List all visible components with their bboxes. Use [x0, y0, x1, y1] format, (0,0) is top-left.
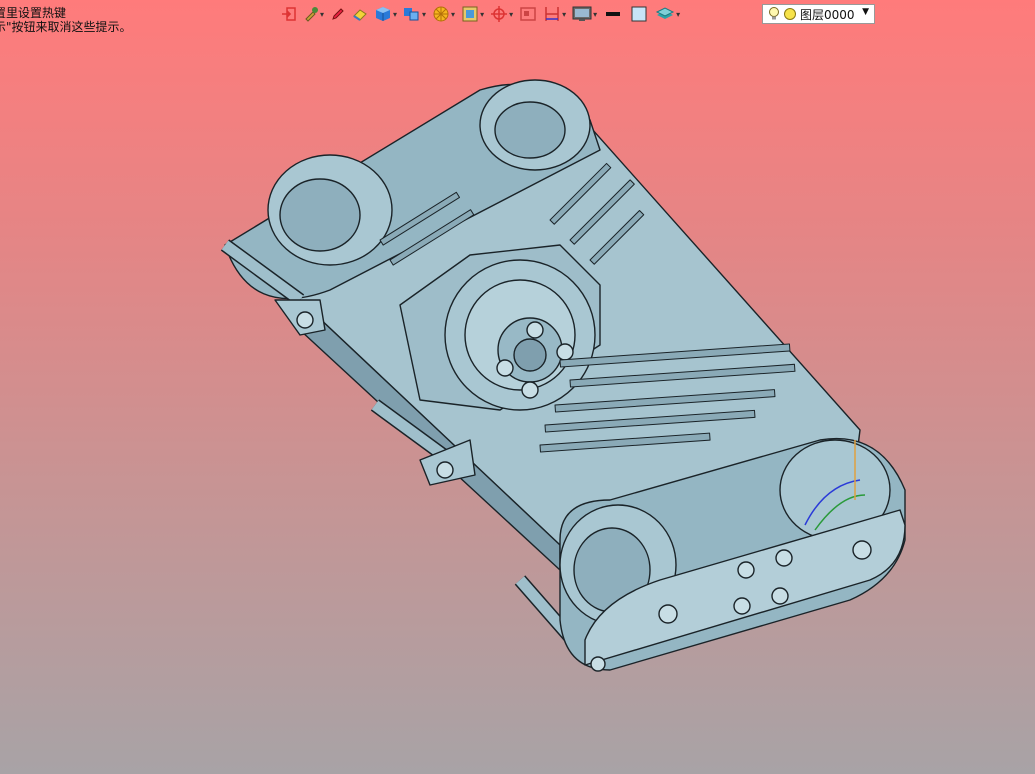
cad-viewport[interactable] [0, 0, 1035, 774]
cad-model[interactable] [220, 79, 906, 672]
